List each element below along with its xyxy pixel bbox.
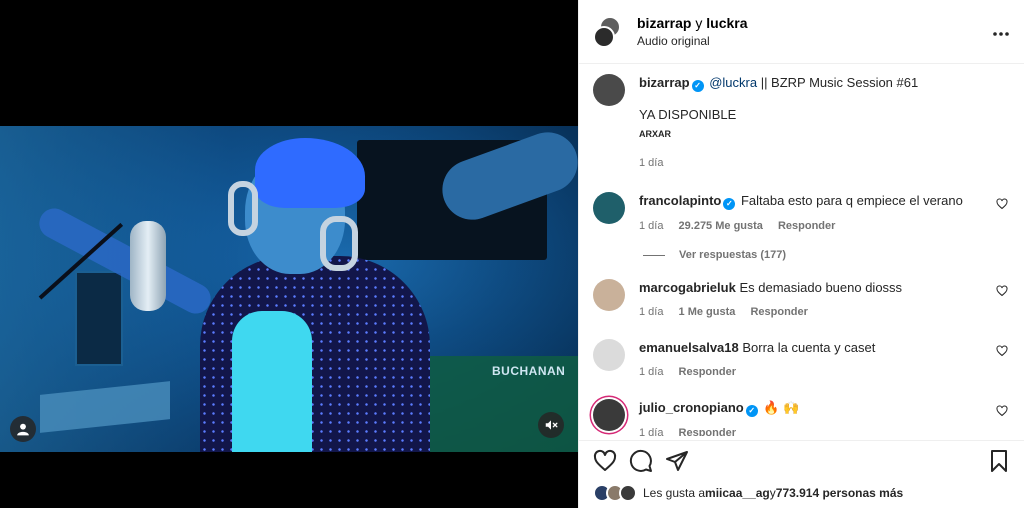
comment-time[interactable]: 1 día	[639, 306, 663, 318]
liker-username[interactable]: miicaa__ag	[705, 486, 770, 500]
likes-count[interactable]: 773.914 personas más	[776, 486, 903, 500]
comment-like-icon[interactable]	[996, 345, 1008, 357]
comment-item: marcogabrieluk Es demasiado bueno diosss…	[593, 279, 1010, 321]
verified-badge-icon: ✓	[745, 405, 758, 417]
comment-item: francolapinto ✓ Faltaba esto para q empie…	[593, 192, 1010, 235]
view-replies-button[interactable]: Ver respuestas (177)	[643, 249, 1010, 261]
verified-badge-icon: ✓	[691, 80, 704, 92]
comment-username[interactable]: marcogabrieluk	[639, 280, 736, 295]
comments-list[interactable]: bizarrap ✓ @luckra || BZRP Music Session …	[579, 64, 1024, 436]
caption-text: || BZRP Music Session #61	[757, 75, 919, 90]
video-headphone-right	[320, 216, 358, 271]
instagram-post-modal: BUCHANAN bizarrap y luckra Audio origina…	[0, 0, 1024, 508]
user-icon	[17, 423, 29, 436]
comment-like-icon[interactable]	[996, 285, 1008, 297]
comment-username[interactable]: emanuelsalva18	[639, 340, 739, 355]
comment-meta: 1 día Responder	[639, 364, 1010, 381]
more-horizontal-icon	[993, 32, 1009, 36]
verified-badge-icon: ✓	[723, 198, 736, 210]
avatar[interactable]	[593, 339, 625, 371]
speaker-muted-icon	[545, 420, 558, 430]
video-player[interactable]: BUCHANAN	[0, 126, 578, 452]
avatar[interactable]	[593, 192, 625, 224]
post-sidebar: bizarrap y luckra Audio original bizarra…	[578, 0, 1024, 508]
author-link[interactable]: luckra	[706, 15, 747, 31]
comment-likes[interactable]: 1 Me gusta	[679, 306, 736, 318]
comment-text: Borra la cuenta y caset	[742, 340, 876, 355]
avatar[interactable]	[593, 279, 625, 311]
bookmark-icon[interactable]	[987, 449, 1011, 473]
comment-text: Faltaba esto para q empiece el verano	[740, 193, 963, 208]
post-author-info: bizarrap y luckra Audio original	[637, 15, 992, 48]
comment-meta: 1 día Responder	[639, 425, 1010, 436]
video-headphone-left	[228, 181, 258, 236]
comment-item: julio_cronopiano ✓ 🔥 🙌 1 día Responder	[593, 399, 1010, 436]
comment-text: Es demasiado bueno diosss	[739, 280, 903, 295]
comment-body: julio_cronopiano ✓ 🔥 🙌 1 día Responder	[639, 399, 1010, 436]
audio-link[interactable]: Audio original	[637, 34, 992, 48]
mute-button[interactable]	[538, 412, 564, 438]
video-shirt	[232, 311, 312, 452]
comment-time[interactable]: 1 día	[639, 220, 663, 232]
avatar[interactable]	[593, 74, 625, 106]
likes-summary[interactable]: Les gusta a miicaa__ag y 773.914 persona…	[593, 484, 903, 502]
avatar[interactable]	[593, 399, 625, 431]
divider	[643, 254, 665, 256]
video-overlay-text: BUCHANAN	[492, 364, 566, 378]
comment-username[interactable]: julio_cronopiano	[639, 400, 744, 415]
author-link[interactable]: bizarrap	[637, 15, 691, 31]
avatar	[593, 25, 615, 48]
post-header: bizarrap y luckra Audio original	[579, 0, 1024, 64]
tagged-users-button[interactable]	[10, 416, 36, 442]
collab-avatars[interactable]	[593, 15, 625, 48]
more-options-button[interactable]	[992, 21, 1010, 42]
action-bar	[579, 440, 1024, 480]
reply-button[interactable]: Responder	[679, 427, 736, 436]
caption-body: bizarrap ✓ @luckra || BZRP Music Session …	[639, 74, 1010, 172]
post-authors: bizarrap y luckra	[637, 15, 992, 31]
comment-like-icon[interactable]	[996, 198, 1008, 210]
comment-username[interactable]: francolapinto	[639, 193, 721, 208]
heart-icon[interactable]	[593, 449, 617, 473]
comment-time[interactable]: 1 día	[639, 427, 663, 436]
comment-likes[interactable]: 29.275 Me gusta	[679, 220, 763, 232]
comment-body: marcogabrieluk Es demasiado bueno diosss…	[639, 279, 1010, 321]
liker-avatars	[593, 484, 639, 502]
reply-button[interactable]: Responder	[778, 220, 835, 232]
comment-body: francolapinto ✓ Faltaba esto para q empie…	[639, 192, 1010, 235]
reply-button[interactable]: Responder	[750, 306, 807, 318]
caption-line: bizarrap ✓ @luckra || BZRP Music Session …	[639, 74, 1010, 92]
video-microphone	[130, 221, 166, 311]
caption-username[interactable]: bizarrap	[639, 75, 690, 90]
comment-meta: 1 día 29.275 Me gusta Responder	[639, 218, 1010, 235]
comment-time[interactable]: 1 día	[639, 366, 663, 378]
post-caption: bizarrap ✓ @luckra || BZRP Music Session …	[593, 74, 1010, 172]
view-replies-row: Ver respuestas (177)	[593, 249, 1010, 261]
video-speaker	[75, 271, 123, 366]
comment-icon[interactable]	[629, 449, 653, 473]
view-replies-label: Ver respuestas (177)	[679, 249, 787, 261]
avatar	[619, 484, 637, 502]
share-icon[interactable]	[665, 449, 689, 473]
comment-meta: 1 día 1 Me gusta Responder	[639, 304, 1010, 321]
reply-button[interactable]: Responder	[679, 366, 736, 378]
caption-mention[interactable]: @luckra	[709, 75, 757, 90]
caption-time[interactable]: 1 día	[639, 157, 663, 169]
likes-prefix: Les gusta a	[643, 486, 706, 500]
comment-body: emanuelsalva18 Borra la cuenta y caset 1…	[639, 339, 1010, 381]
caption-line-2: YA DISPONIBLE	[639, 107, 737, 122]
caption-line-3: ARXAR	[639, 129, 672, 139]
author-joiner: y	[695, 15, 703, 31]
media-pane: BUCHANAN	[0, 0, 578, 508]
caption-meta: 1 día	[639, 155, 1010, 172]
comment-text: 🔥 🙌	[763, 400, 800, 415]
comment-item: emanuelsalva18 Borra la cuenta y caset 1…	[593, 339, 1010, 381]
comment-like-icon[interactable]	[996, 405, 1008, 417]
